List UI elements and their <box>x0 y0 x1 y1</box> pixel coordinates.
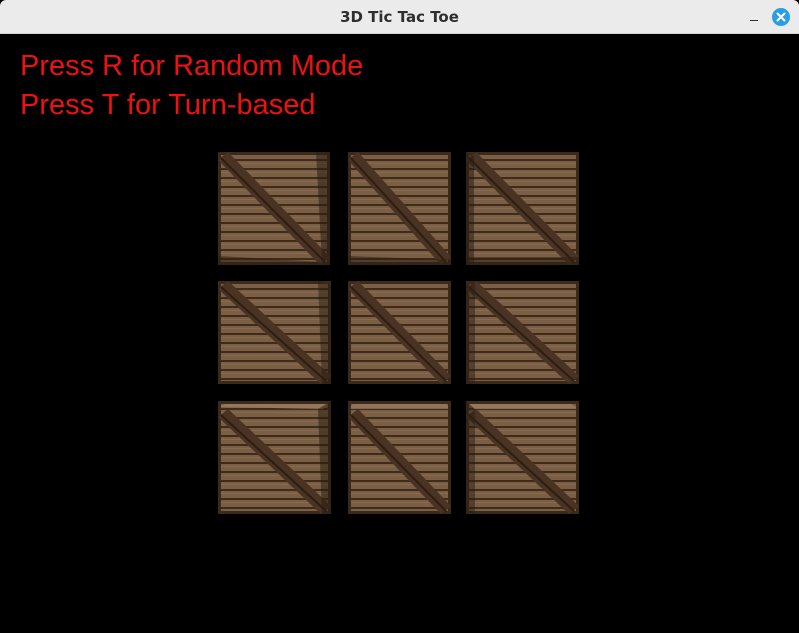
board-cell-1-3[interactable] <box>466 152 579 265</box>
close-button[interactable] <box>772 8 790 26</box>
title-bar: 3D Tic Tac Toe <box>0 0 799 34</box>
turn-based-instruction: Press T for Turn-based <box>20 89 316 121</box>
game-viewport[interactable]: Press R for Random Mode Press T for Turn… <box>0 34 799 633</box>
close-icon <box>776 12 786 22</box>
random-mode-instruction: Press R for Random Mode <box>20 50 364 82</box>
board-cell-1-2[interactable] <box>348 152 451 265</box>
window-title: 3D Tic Tac Toe <box>340 8 459 26</box>
crate-icon <box>348 152 451 265</box>
crate-icon <box>466 401 579 514</box>
crate-icon <box>466 152 579 265</box>
crate-icon <box>218 281 331 384</box>
board-cell-3-2[interactable] <box>348 401 451 514</box>
crate-icon <box>348 401 451 514</box>
crate-icon <box>466 281 579 384</box>
crate-icon <box>218 152 330 265</box>
board-cell-3-3[interactable] <box>466 401 579 514</box>
crate-icon <box>348 281 451 384</box>
board-cell-3-1[interactable] <box>218 401 331 514</box>
board-cell-2-2[interactable] <box>348 281 451 384</box>
minimize-button[interactable] <box>744 8 764 26</box>
board-cell-2-1[interactable] <box>218 281 331 384</box>
crate-icon <box>218 401 331 514</box>
board-cell-2-3[interactable] <box>466 281 579 384</box>
board-cell-1-1[interactable] <box>218 152 330 265</box>
